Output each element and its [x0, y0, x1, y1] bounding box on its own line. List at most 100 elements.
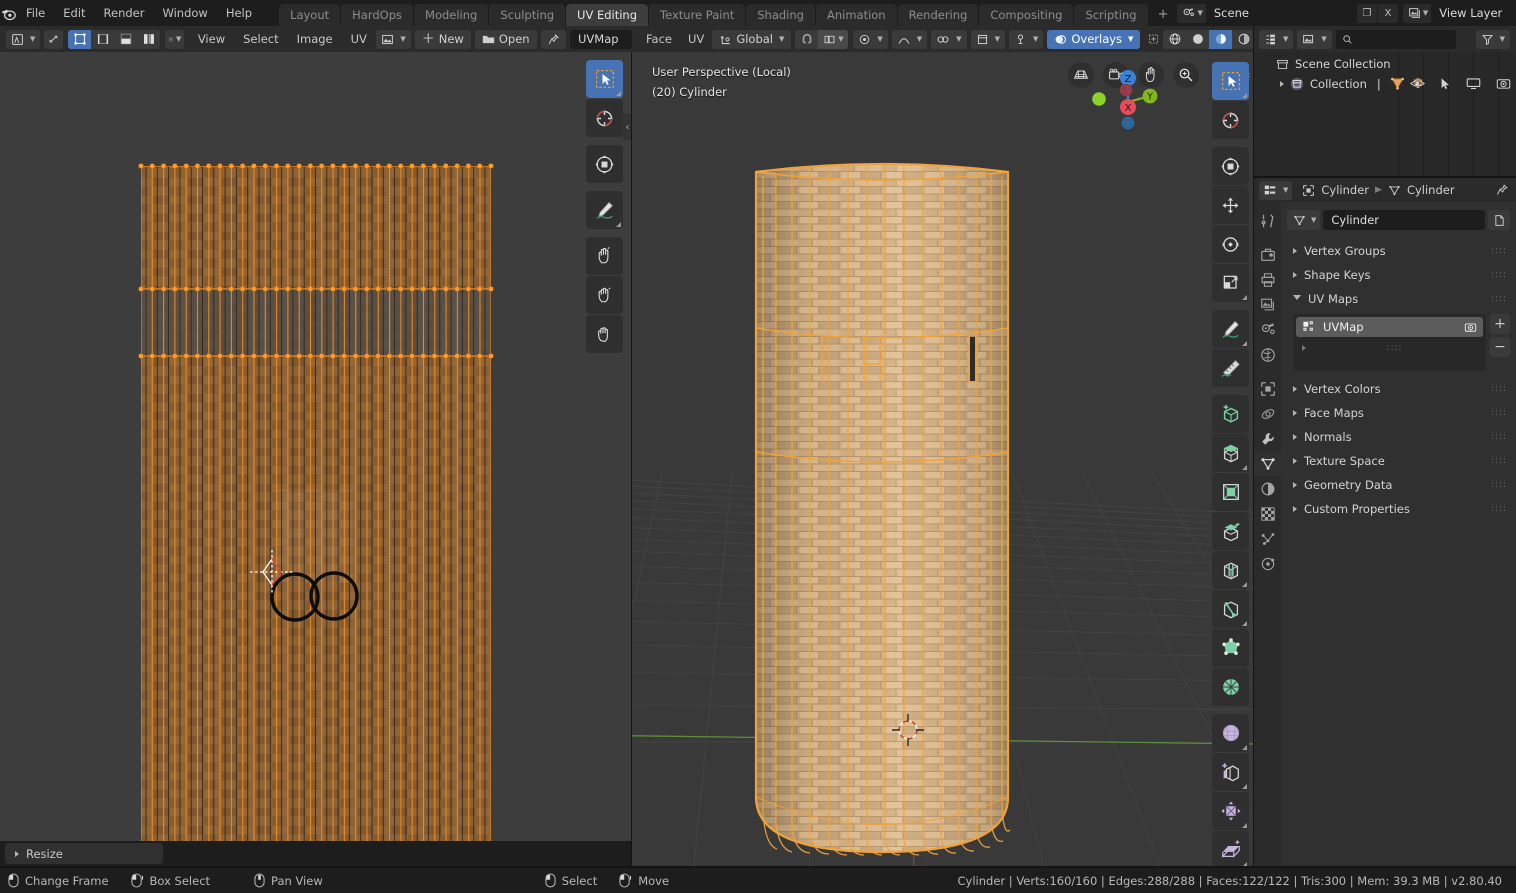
menu-file[interactable]: File	[17, 0, 54, 26]
v3d-tool-tweak[interactable]	[1212, 62, 1249, 100]
workspace-tab-layout[interactable]: Layout	[279, 4, 341, 26]
region-divider-outliner-properties[interactable]	[1254, 176, 1516, 178]
uv-maps-list[interactable]: UVMap ::::	[1293, 314, 1486, 371]
cursor-select-icon[interactable]	[1440, 77, 1451, 90]
open-image-button[interactable]: Open	[474, 29, 537, 49]
uv-vertex[interactable]	[172, 353, 178, 359]
menu-render[interactable]: Render	[95, 0, 154, 26]
uv-vertex[interactable]	[420, 353, 426, 359]
section-normals[interactable]: Normals ::::	[1287, 425, 1510, 449]
breadcrumb-data-label[interactable]: Cylinder	[1407, 183, 1455, 197]
uv-vertex[interactable]	[352, 286, 359, 292]
uv-tool-pinch[interactable]	[586, 315, 623, 353]
uv-canvas[interactable]	[0, 52, 632, 841]
uv-menu-image[interactable]: Image	[288, 26, 342, 52]
uv-map-list-item[interactable]: UVMap	[1296, 317, 1483, 337]
properties-tab-object-data[interactable]	[1254, 451, 1281, 476]
uv-editor-type-button[interactable]: ▼	[6, 29, 41, 49]
properties-editor-type-button[interactable]: ▼	[1259, 180, 1293, 200]
blender-logo-icon[interactable]	[0, 0, 17, 26]
uv-vertex[interactable]	[205, 163, 212, 169]
uv-vertex[interactable]	[194, 286, 201, 292]
uv-vertex[interactable]	[217, 163, 223, 169]
uv-vertex[interactable]	[183, 286, 189, 292]
uv-menu-view[interactable]: View	[189, 26, 234, 52]
uv-vertex[interactable]	[262, 353, 268, 359]
workspace-tab-animation[interactable]: Animation	[815, 4, 897, 26]
uv-vertex[interactable]	[443, 163, 449, 169]
section-texture-space[interactable]: Texture Space ::::	[1287, 449, 1510, 473]
menu-edit[interactable]: Edit	[54, 0, 94, 26]
uv-vertex[interactable]	[228, 163, 235, 169]
uv-vertex[interactable]	[239, 286, 246, 292]
uv-vertex[interactable]	[217, 353, 223, 359]
uv-sync-selection-button[interactable]	[44, 29, 64, 49]
v3d-tool-move-arrows[interactable]	[1212, 186, 1249, 224]
screen-icon[interactable]	[1466, 77, 1481, 90]
workspace-tab-modeling[interactable]: Modeling	[414, 4, 489, 26]
uv-vertex[interactable]	[273, 286, 280, 292]
uv-vertex[interactable]	[183, 163, 189, 169]
uv-tool-grab[interactable]	[586, 237, 623, 275]
workspace-tab-scripting[interactable]: Scripting	[1074, 4, 1148, 26]
uv-vertex[interactable]	[273, 163, 280, 169]
uv-vertex[interactable]	[330, 286, 336, 292]
overlays-dropdown[interactable]: Overlays ▼	[1047, 29, 1141, 49]
uv-vertex[interactable]	[341, 353, 347, 359]
uv-island-select-button[interactable]	[137, 30, 160, 49]
pivot-point-dropdown[interactable]: ▼	[853, 29, 888, 49]
uv-vertex[interactable]	[409, 286, 415, 292]
uv-vertex[interactable]	[251, 353, 257, 359]
drag-grip-icon[interactable]: ::::	[1491, 456, 1507, 465]
eye-icon[interactable]	[1410, 77, 1425, 90]
drag-grip-icon[interactable]: ::::	[1491, 480, 1507, 489]
section-vertex-colors[interactable]: Vertex Colors ::::	[1287, 377, 1510, 401]
uv-vertex[interactable]	[160, 353, 167, 359]
uv-vertex[interactable]	[341, 163, 347, 169]
v3d-tool-add-cube[interactable]	[1212, 395, 1249, 433]
uv-vertex[interactable]	[465, 286, 472, 292]
uv-vertex[interactable]	[239, 353, 246, 359]
uv-vertex[interactable]	[285, 286, 291, 292]
workspace-tab-sculpting[interactable]: Sculpting	[489, 4, 566, 26]
uv-menu-select[interactable]: Select	[234, 26, 287, 52]
uv-editor[interactable]: ‹	[0, 52, 632, 841]
uv-vertex[interactable]	[477, 286, 483, 292]
operator-panel[interactable]: Resize	[5, 843, 163, 864]
add-workspace-button[interactable]: +	[1149, 4, 1178, 26]
uv-vertex[interactable]	[443, 286, 449, 292]
properties-editor[interactable]: ▼ Cylinder ▶ Cylinder ▼ Cylinder Vertex …	[1254, 178, 1516, 867]
outliner-filter-dropdown[interactable]: ▼	[1475, 29, 1510, 49]
outliner-display-mode-dropdown[interactable]: ▼	[1297, 29, 1332, 49]
uv-vertex[interactable]	[465, 353, 472, 359]
section-shape-keys[interactable]: Shape Keys ::::	[1287, 263, 1510, 287]
uv-vertex[interactable]	[183, 353, 189, 359]
menu-help[interactable]: Help	[217, 0, 261, 26]
uv-vertex[interactable]	[409, 163, 415, 169]
solid-shading-button[interactable]	[1186, 30, 1209, 49]
uv-vertex[interactable]	[273, 353, 280, 359]
workspace-tab-shading[interactable]: Shading	[746, 4, 815, 26]
uv-vertex[interactable]	[488, 163, 494, 169]
uv-menu-uv[interactable]: UV	[342, 26, 376, 52]
new-image-button[interactable]: ＋ New	[414, 29, 471, 49]
uv-vertex[interactable]	[307, 286, 314, 292]
scene-icon[interactable]: ▼	[1177, 3, 1206, 23]
uv-vertex[interactable]	[205, 353, 212, 359]
image-browse-button[interactable]: ▼	[376, 29, 411, 49]
zoom-view-icon[interactable]	[1173, 62, 1199, 88]
drag-grip-icon[interactable]: ::::	[1491, 294, 1507, 303]
material-shading-button[interactable]	[1209, 29, 1233, 49]
uv-tool-move[interactable]	[586, 145, 623, 183]
pin-image-button[interactable]	[540, 29, 566, 49]
view-layer-selector[interactable]: ▼ View Layer ❐ X	[1402, 3, 1516, 23]
uv-vertex[interactable]	[160, 286, 167, 292]
uv-vertex[interactable]	[465, 163, 472, 169]
uv-vertex[interactable]	[364, 163, 370, 169]
scene-name-field[interactable]: Scene	[1205, 3, 1356, 23]
v3d-tool-inset-faces[interactable]	[1212, 473, 1249, 511]
mesh-data-icon[interactable]	[1390, 76, 1405, 91]
properties-tab-tool[interactable]	[1254, 208, 1281, 233]
uv-vertex[interactable]	[318, 163, 325, 169]
uv-vertex[interactable]	[431, 353, 438, 359]
